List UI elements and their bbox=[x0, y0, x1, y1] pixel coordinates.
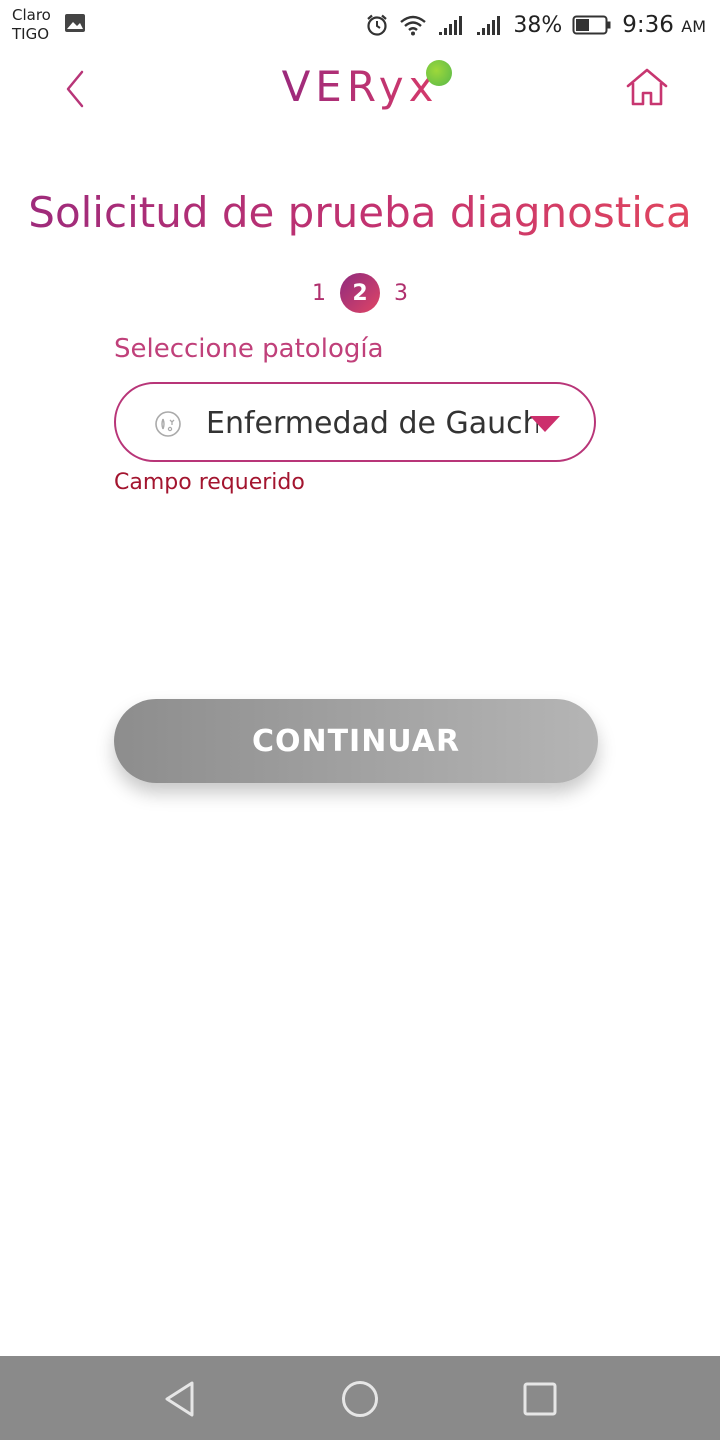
nav-home-button[interactable] bbox=[335, 1374, 385, 1424]
caret-down-icon bbox=[530, 416, 560, 432]
step-1: 1 bbox=[312, 280, 326, 306]
pathology-selected-value: Enfermedad de Gaucher bbox=[206, 406, 538, 441]
step-indicator: 1 2 3 bbox=[300, 272, 420, 314]
step-3: 3 bbox=[394, 280, 408, 306]
signal-icon bbox=[439, 16, 463, 35]
battery-icon bbox=[572, 15, 611, 35]
logo-text: VERyx bbox=[281, 62, 439, 111]
signal-icon bbox=[477, 16, 501, 35]
step-2-active: 2 bbox=[340, 273, 380, 313]
battery-percent: 38% bbox=[513, 12, 563, 38]
continue-button[interactable]: CONTINUAR bbox=[114, 699, 598, 783]
nav-back-button[interactable] bbox=[155, 1374, 205, 1424]
gallery-icon bbox=[65, 14, 85, 32]
alarm-icon bbox=[367, 14, 388, 36]
status-bar: Claro TIGO 38% 9:36 AM bbox=[0, 0, 720, 50]
back-button[interactable] bbox=[52, 66, 98, 112]
app-header: VERyx bbox=[0, 50, 720, 130]
carrier-line2: TIGO bbox=[12, 25, 50, 43]
logo-dot bbox=[426, 60, 452, 86]
chevron-left-icon bbox=[66, 70, 84, 108]
page-title: Solicitud de prueba diagnostica bbox=[0, 188, 720, 237]
wifi-icon bbox=[400, 15, 427, 36]
status-time: 9:36 AM bbox=[622, 12, 706, 38]
nav-recents-button[interactable] bbox=[515, 1374, 565, 1424]
app-logo: VERyx bbox=[270, 60, 452, 122]
carrier-line1: Claro bbox=[12, 6, 51, 24]
home-circle-icon bbox=[342, 1381, 378, 1417]
pathology-label: Seleccione patología bbox=[114, 334, 384, 364]
carrier-label: Claro TIGO bbox=[12, 6, 51, 44]
field-error: Campo requerido bbox=[114, 470, 305, 495]
back-triangle-icon bbox=[165, 1381, 194, 1417]
microbe-icon bbox=[155, 411, 181, 437]
pathology-select[interactable]: Enfermedad de Gaucher bbox=[114, 382, 596, 462]
system-nav-bar bbox=[0, 1356, 720, 1440]
time-ampm: AM bbox=[681, 17, 706, 36]
home-icon bbox=[626, 68, 668, 106]
recents-square-icon bbox=[523, 1382, 557, 1416]
home-button[interactable] bbox=[622, 64, 672, 110]
time-value: 9:36 bbox=[622, 12, 674, 38]
